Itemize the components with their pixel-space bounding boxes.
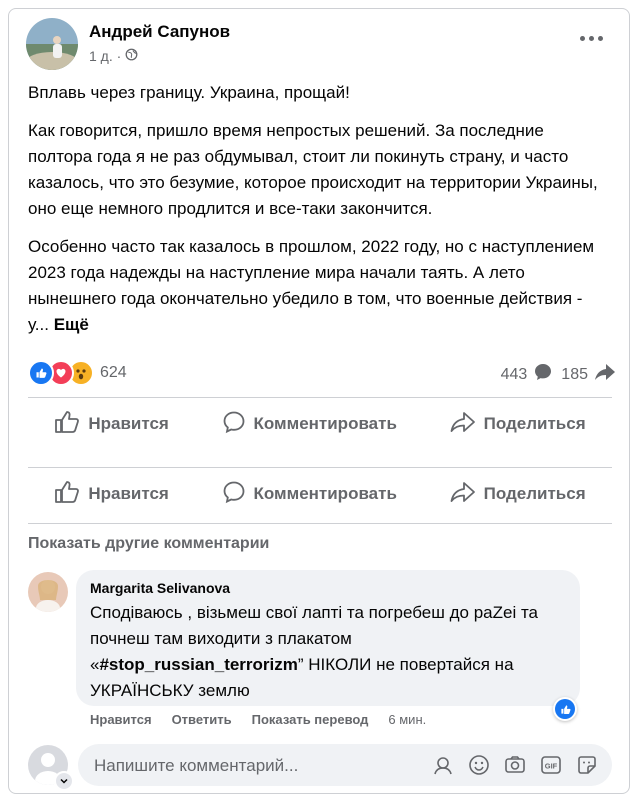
commenter-avatar[interactable] [28, 572, 68, 612]
composer-icons: GIF [432, 754, 598, 776]
emoji-icon[interactable] [468, 754, 490, 776]
globe-icon [125, 48, 138, 64]
avatar-sticker-icon[interactable] [432, 754, 454, 776]
comment-label: Комментировать [253, 414, 397, 433]
svg-text:GIF: GIF [545, 762, 558, 771]
share-icon [450, 480, 476, 509]
reactions-count: 624 [100, 364, 127, 381]
share-icon [450, 410, 476, 439]
comment-input[interactable] [92, 744, 426, 788]
share-arrow-icon [594, 362, 616, 387]
more-dot [597, 35, 603, 41]
comment-button[interactable]: Комментировать [212, 404, 407, 445]
comment-icon [222, 480, 246, 509]
like-reaction-icon [555, 699, 575, 719]
like-label: Нравится [88, 414, 169, 433]
share-button[interactable]: Поделиться [440, 404, 596, 445]
comment-reply-link[interactable]: Ответить [172, 712, 232, 727]
chevron-down-icon[interactable] [54, 771, 74, 791]
show-more-comments-link[interactable]: Показать другие комментарии [28, 535, 269, 553]
author-avatar[interactable] [26, 18, 78, 70]
comment-actions: Нравится Ответить Показать перевод 6 мин… [90, 712, 426, 727]
commenter-name[interactable]: Margarita Selivanova [90, 580, 566, 596]
post-paragraph-2: Как говорится, пришло время непростых ре… [28, 121, 598, 218]
post-text: Вплавь через границу. Украина, прощай! К… [28, 80, 608, 350]
like-label: Нравится [88, 484, 169, 503]
post-action-bar: Нравится Комментировать Поделиться [28, 404, 612, 444]
shares-stat[interactable]: 185 [561, 362, 616, 387]
comment-composer: GIF [78, 744, 612, 788]
like-button[interactable]: Нравится [44, 474, 179, 515]
post-time[interactable]: 1 д. · [89, 48, 121, 64]
comments-count: 443 [500, 365, 528, 383]
author-name[interactable]: Андрей Сапунов [89, 22, 230, 42]
shares-count: 185 [561, 365, 588, 383]
comment-like-badge[interactable] [553, 697, 577, 721]
camera-icon[interactable] [504, 754, 526, 776]
see-more-link[interactable]: Ещё [54, 315, 89, 334]
more-dot [588, 35, 594, 41]
comment-bubble: Margarita Selivanova Сподіваюсь , візьме… [76, 570, 580, 706]
sticker-icon[interactable] [576, 754, 598, 776]
thumbs-up-icon [54, 480, 80, 509]
comment-time[interactable]: 6 мин. [388, 712, 426, 727]
share-button[interactable]: Поделиться [440, 474, 596, 515]
comment-button[interactable]: Комментировать [212, 474, 407, 515]
reactions-summary[interactable]: 624 [28, 360, 127, 386]
post-stats: 443 185 [501, 362, 616, 387]
like-reaction-icon [28, 360, 54, 386]
thumbs-up-icon [54, 410, 80, 439]
share-label: Поделиться [483, 484, 586, 503]
share-label: Поделиться [483, 414, 586, 433]
comment-label: Комментировать [253, 484, 397, 503]
comment-text: Сподіваюсь , візьмеш свої лапті та погре… [90, 600, 566, 704]
post-action-bar-secondary: Нравится Комментировать Поделиться [28, 474, 612, 514]
show-translation-link[interactable]: Показать перевод [252, 712, 369, 727]
post-options-button[interactable] [576, 28, 606, 48]
post-paragraph-3-text: Особенно часто так казалось в прошлом, 2… [28, 237, 595, 334]
post-paragraph-1: Вплавь через границу. Украина, прощай! [28, 83, 350, 102]
comment-bubble-icon [533, 362, 553, 387]
more-dots-icon [579, 35, 585, 41]
post-paragraph-3: Особенно часто так казалось в прошлом, 2… [28, 234, 608, 338]
divider [28, 467, 612, 468]
post-meta: 1 д. · [89, 48, 138, 64]
comment-hashtag[interactable]: #stop_russian_terrorizm [99, 655, 297, 674]
gif-icon[interactable]: GIF [540, 754, 562, 776]
comment-icon [222, 410, 246, 439]
divider [28, 397, 612, 398]
comments-stat[interactable]: 443 [501, 362, 554, 387]
comment-like-link[interactable]: Нравится [90, 712, 152, 727]
like-button[interactable]: Нравится [44, 404, 179, 445]
divider [28, 523, 612, 524]
